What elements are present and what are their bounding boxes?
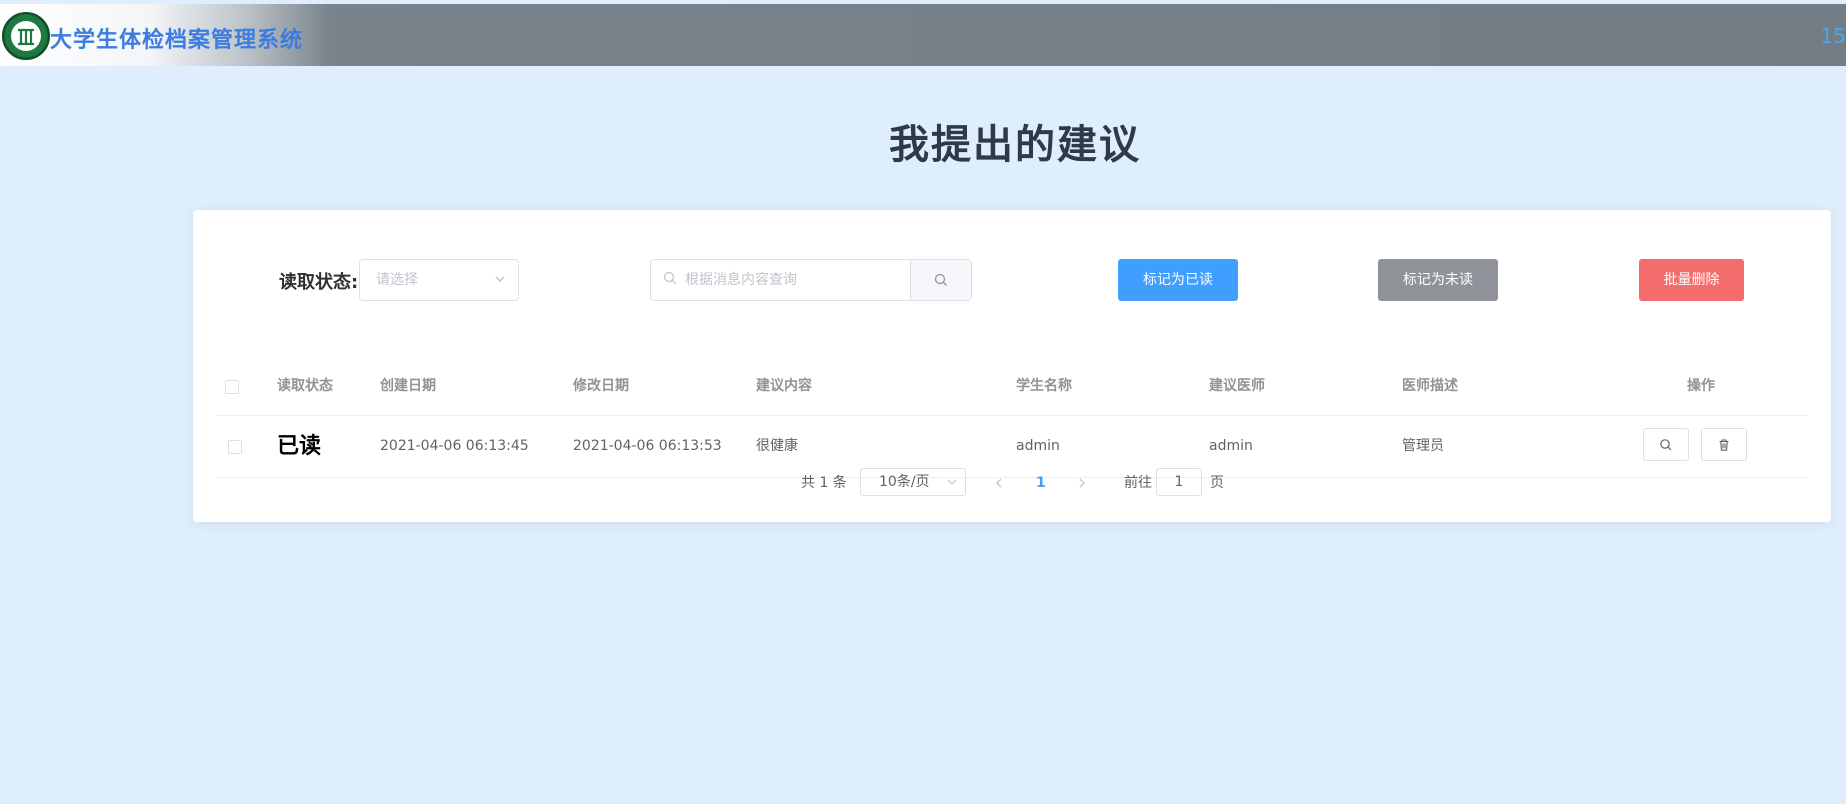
column-header: 医师描述 — [1402, 378, 1458, 394]
pagination: 共 1 条 10条/页 1 前往 1 页 — [193, 468, 1831, 498]
chevron-down-icon — [947, 469, 957, 504]
page-size-value: 10条/页 — [879, 474, 930, 490]
mark-read-button[interactable]: 标记为已读 — [1118, 259, 1238, 301]
column-header: 修改日期 — [573, 378, 629, 394]
read-status-select-placeholder: 请选择 — [376, 272, 418, 288]
column-header: 读取状态 — [277, 378, 333, 394]
pagination-total: 共 1 条 — [801, 475, 847, 491]
prev-page-button[interactable] — [994, 468, 1004, 509]
trash-icon — [1719, 438, 1729, 451]
read-status-select[interactable]: 请选择 — [359, 259, 519, 301]
row-checkbox[interactable] — [228, 439, 242, 454]
read-status-filter-label: 读取状态: — [279, 272, 359, 293]
message-search — [650, 259, 972, 301]
suggestions-table: 读取状态 创建日期 修改日期 建议内容 学生名称 建议医师 医师描述 操作 已读… — [216, 358, 1808, 478]
search-icon — [1660, 438, 1672, 450]
app-title: 大学生体检档案管理系统 — [50, 28, 304, 53]
top-bar: 大学生体检档案管理系统 15 — [0, 4, 1846, 66]
page-suffix-label: 页 — [1210, 475, 1224, 491]
column-header: 学生名称 — [1016, 378, 1072, 394]
column-header: 建议内容 — [756, 378, 812, 394]
search-icon — [663, 271, 677, 289]
column-header: 创建日期 — [380, 378, 436, 394]
content-card: 读取状态: 请选择 标记为已读 标记为未读 批量删除 读取状态 创建日期 修改日… — [193, 210, 1831, 522]
select-all-checkbox[interactable] — [225, 379, 239, 394]
page-number-current[interactable]: 1 — [1036, 468, 1046, 498]
search-input-wrapper — [651, 260, 910, 300]
next-page-button[interactable] — [1077, 468, 1087, 509]
column-header: 建议医师 — [1209, 378, 1265, 394]
column-header: 操作 — [1687, 378, 1715, 394]
chevron-right-icon — [1079, 478, 1085, 488]
view-button[interactable] — [1643, 428, 1689, 461]
search-button[interactable] — [910, 260, 971, 300]
table-header: 读取状态 创建日期 修改日期 建议内容 学生名称 建议医师 医师描述 操作 — [216, 358, 1808, 416]
page-size-select[interactable]: 10条/页 — [860, 468, 966, 496]
search-input[interactable] — [683, 271, 897, 289]
school-logo-icon — [2, 12, 50, 60]
chevron-down-icon — [494, 260, 506, 316]
goto-page-input[interactable]: 1 — [1156, 468, 1202, 496]
chevron-left-icon — [996, 478, 1002, 488]
batch-delete-button[interactable]: 批量删除 — [1639, 259, 1744, 301]
mark-unread-button[interactable]: 标记为未读 — [1378, 259, 1498, 301]
delete-button[interactable] — [1701, 428, 1747, 461]
search-icon — [934, 273, 947, 286]
goto-label: 前往 — [1124, 475, 1152, 491]
topbar-right-text: 15 — [1820, 24, 1846, 48]
page-title: 我提出的建议 — [889, 122, 1141, 168]
